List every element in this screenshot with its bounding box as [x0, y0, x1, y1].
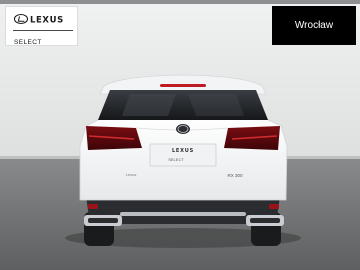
location-label: Wrocław — [272, 6, 356, 45]
left-reflector — [88, 204, 98, 209]
model-badge: RX 300 — [227, 173, 243, 178]
listing-photo: LEXUS SELECT Lexus RX 300 LEXUS SELECT W… — [0, 0, 360, 270]
hybrid-badge: Lexus — [126, 172, 137, 177]
brand-wordmark: LEXUS — [30, 16, 64, 26]
right-reflector — [269, 204, 279, 209]
trunk-badge: LEXUS — [172, 148, 194, 154]
brake-light — [160, 84, 206, 87]
plate-label: SELECT — [168, 157, 184, 162]
select-label: SELECT — [14, 39, 42, 46]
diffuser-trim — [120, 212, 246, 216]
dealer-logo: LEXUS SELECT — [5, 6, 78, 46]
ceiling-strip — [0, 0, 360, 4]
